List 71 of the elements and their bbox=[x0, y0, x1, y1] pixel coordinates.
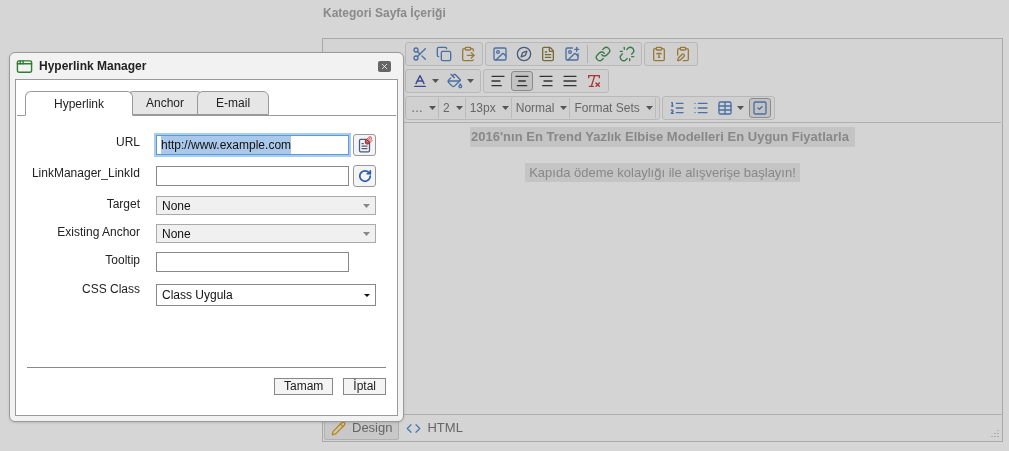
resize-grip-icon[interactable] bbox=[990, 429, 999, 438]
align-center-icon bbox=[514, 73, 530, 89]
align-justify-icon bbox=[562, 73, 578, 89]
dialog-title: Hyperlink Manager bbox=[39, 58, 148, 75]
caret-icon bbox=[560, 106, 568, 110]
paperclip-icon bbox=[364, 136, 373, 145]
pencil-icon bbox=[331, 420, 346, 436]
field-label: LinkManager_LinkId bbox=[30, 165, 140, 181]
clipboard-icon bbox=[651, 46, 667, 62]
toolbar-dropdown[interactable]: 13px bbox=[467, 98, 512, 118]
close-button[interactable] bbox=[378, 60, 391, 72]
select-field[interactable]: Class Uygula bbox=[156, 284, 376, 306]
window-icon bbox=[16, 57, 33, 75]
caret-icon bbox=[363, 231, 370, 236]
caret-icon bbox=[645, 106, 653, 110]
paint-bucket-icon bbox=[447, 73, 463, 89]
clipboard-icon bbox=[675, 46, 691, 62]
clipboard-icon bbox=[460, 46, 476, 62]
toolbar-dropdown[interactable]: Format Sets bbox=[572, 98, 656, 118]
page-title: Kategori Sayfa İçeriği bbox=[322, 6, 447, 20]
browse-button[interactable] bbox=[353, 134, 376, 156]
align-left-icon bbox=[490, 73, 506, 89]
toolbar-dropdown[interactable]: … bbox=[409, 98, 439, 118]
content-heading: 2016'nın En Trend Yazlık Elbise Modelleri En Uygun Fiyatlarla bbox=[470, 127, 855, 147]
content-paragraph: Kapıda ödeme kolaylığı ile alışverişe başlayın! bbox=[525, 162, 800, 182]
field-value: http://www.example.com bbox=[161, 136, 292, 154]
dialog-tab[interactable]: Hyperlink bbox=[25, 91, 133, 116]
field-label: URL bbox=[115, 134, 140, 150]
caret-icon bbox=[364, 293, 370, 297]
refresh-button[interactable] bbox=[353, 165, 376, 187]
document-icon bbox=[540, 46, 556, 62]
caret-icon bbox=[432, 79, 439, 83]
field-label: CSS Class bbox=[81, 281, 140, 297]
text-field[interactable] bbox=[156, 166, 349, 186]
toolbar-dropdown[interactable]: Normal bbox=[513, 98, 571, 118]
field-label: Existing Anchor bbox=[56, 224, 140, 240]
dialog-tab[interactable]: E-mail bbox=[197, 91, 270, 115]
link-icon bbox=[595, 46, 611, 62]
compass-icon bbox=[516, 46, 532, 62]
field-label: Tooltip bbox=[104, 252, 140, 268]
dialog-button[interactable]: İptal bbox=[343, 378, 386, 395]
refresh-icon bbox=[357, 169, 372, 183]
text-field[interactable]: http://www.example.com bbox=[156, 135, 349, 155]
close-icon bbox=[380, 61, 389, 71]
dialog-button[interactable]: Tamam bbox=[273, 378, 334, 395]
text-field[interactable] bbox=[156, 252, 349, 272]
numbered-list-icon bbox=[668, 100, 685, 116]
caret-icon bbox=[467, 79, 474, 83]
unlink-icon bbox=[619, 46, 635, 62]
font-color-icon bbox=[412, 73, 428, 89]
align-right-icon bbox=[538, 73, 554, 89]
caret-icon bbox=[429, 106, 436, 110]
toolbar-dropdown[interactable]: 2 bbox=[441, 98, 466, 118]
caret-icon bbox=[455, 106, 463, 110]
caret-icon bbox=[363, 203, 370, 208]
caret-icon bbox=[736, 106, 744, 110]
document-icon bbox=[357, 137, 372, 153]
select-field[interactable]: None bbox=[156, 224, 376, 243]
copy-icon bbox=[436, 46, 452, 62]
mode-tab[interactable]: HTML bbox=[399, 416, 470, 440]
remove-format-icon bbox=[586, 73, 602, 89]
scissors-icon bbox=[412, 46, 428, 62]
toolbar-button[interactable] bbox=[511, 71, 533, 91]
select-field[interactable]: None bbox=[156, 196, 376, 215]
bullet-list-icon bbox=[692, 100, 709, 116]
table-icon bbox=[716, 100, 733, 116]
field-label: Target bbox=[105, 196, 140, 212]
checkbox-icon bbox=[751, 100, 768, 116]
caret-icon bbox=[501, 106, 509, 110]
image-icon bbox=[492, 46, 508, 62]
image-icon bbox=[564, 46, 580, 62]
